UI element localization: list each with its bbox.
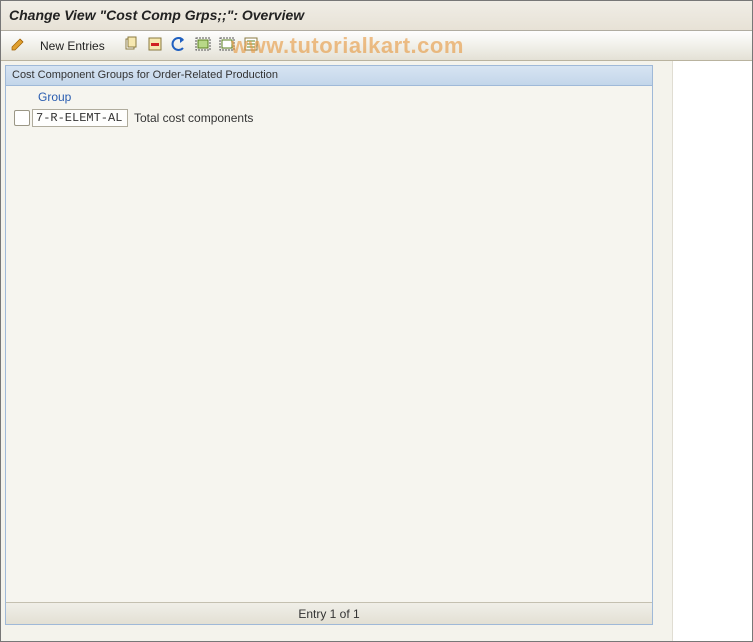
edit-button[interactable] bbox=[7, 35, 29, 57]
pagination-status: Entry 1 of 1 bbox=[6, 602, 652, 624]
row-select-checkbox[interactable] bbox=[14, 110, 30, 126]
panel-header: Cost Component Groups for Order-Related … bbox=[6, 66, 652, 86]
copy-button[interactable] bbox=[120, 35, 142, 57]
title-bar: Change View "Cost Comp Grps;;": Overview bbox=[1, 1, 752, 31]
new-entries-label: New Entries bbox=[40, 39, 105, 53]
group-code-input[interactable] bbox=[32, 109, 128, 127]
right-gutter bbox=[672, 61, 752, 641]
delete-icon bbox=[147, 36, 163, 55]
deselect-all-button[interactable] bbox=[216, 35, 238, 57]
delete-button[interactable] bbox=[144, 35, 166, 57]
copy-icon bbox=[123, 36, 139, 55]
select-all-icon bbox=[195, 36, 211, 55]
content-area: Cost Component Groups for Order-Related … bbox=[1, 61, 752, 641]
deselect-all-icon bbox=[219, 36, 235, 55]
main-panel: Cost Component Groups for Order-Related … bbox=[5, 65, 653, 625]
column-header-group: Group bbox=[6, 86, 652, 108]
configure-icon bbox=[243, 36, 259, 55]
page-title: Change View "Cost Comp Grps;;": Overview bbox=[9, 7, 304, 23]
watermark: www.tutorialkart.com bbox=[231, 33, 464, 59]
undo-button[interactable] bbox=[168, 35, 190, 57]
new-entries-button[interactable]: New Entries bbox=[31, 35, 114, 57]
undo-icon bbox=[171, 36, 187, 55]
configure-button[interactable] bbox=[240, 35, 262, 57]
select-all-button[interactable] bbox=[192, 35, 214, 57]
toolbar: New Entries www.tutorialkart.com bbox=[1, 31, 752, 61]
table-area: Group Total cost components bbox=[6, 86, 652, 602]
group-description: Total cost components bbox=[130, 111, 253, 125]
pencil-icon bbox=[10, 36, 26, 55]
table-row: Total cost components bbox=[6, 108, 652, 128]
